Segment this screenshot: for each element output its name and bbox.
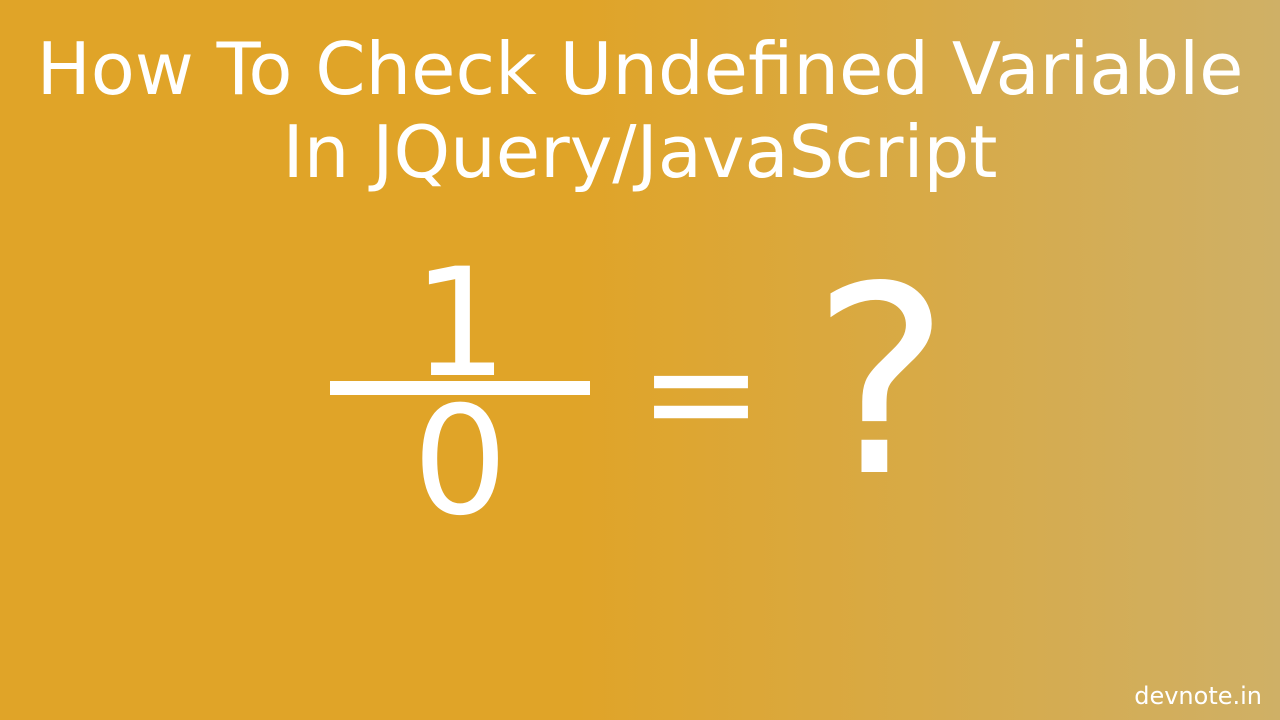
question-mark: ? bbox=[812, 253, 950, 513]
equals-sign: = bbox=[638, 306, 764, 480]
title-line-1: How To Check Undefined Variable bbox=[0, 28, 1280, 111]
page-title: How To Check Undefined Variable In JQuer… bbox=[0, 0, 1280, 194]
equation-graphic: 1 0 = ? bbox=[0, 249, 1280, 537]
fraction: 1 0 bbox=[330, 249, 590, 537]
watermark: devnote.in bbox=[1134, 682, 1262, 710]
denominator: 0 bbox=[412, 387, 507, 537]
title-line-2: In JQuery/JavaScript bbox=[0, 111, 1280, 194]
